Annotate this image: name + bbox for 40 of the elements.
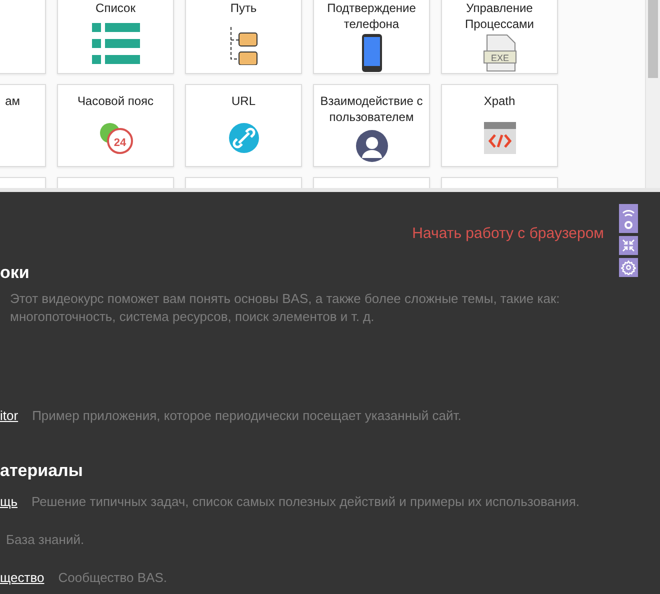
resource-description: Сообщество BAS. (58, 570, 167, 584)
tool-tile[interactable]: Подтверждение телефона (313, 0, 430, 74)
resource-description: Пример приложения, которое периодически посещает указанный сайт. (32, 408, 462, 422)
section-heading: атериалы (0, 460, 83, 482)
collapse-button[interactable] (619, 236, 638, 255)
tool-tile[interactable]: Управление Процессами EXE (441, 0, 558, 74)
record-button[interactable] (619, 204, 638, 233)
link-icon (228, 122, 260, 154)
tool-tile[interactable]: ам (0, 84, 46, 167)
user-avatar-icon (356, 130, 388, 162)
scrollbar[interactable] (645, 0, 660, 188)
tool-tile[interactable]: Часовой пояс 24 (57, 84, 174, 167)
folder-tree-icon (228, 24, 258, 64)
tool-tile[interactable]: Взаимодействие с пользователем (313, 84, 430, 167)
tile-label: URL (230, 93, 256, 109)
tile-label: Путь (229, 0, 258, 16)
tile-label: Подтверждение телефона (326, 0, 417, 32)
resource-link[interactable]: itor (0, 408, 18, 422)
tile-label: Список (94, 0, 136, 16)
tool-tile[interactable]: Путь (185, 0, 302, 74)
tool-tile[interactable]: URL (185, 84, 302, 167)
settings-button[interactable] (619, 258, 638, 277)
tile-label: Взаимодействие с пользователем (319, 93, 424, 125)
resource-description: База знаний. (5, 532, 84, 546)
tile-label: Часовой пояс (76, 93, 155, 109)
phone-icon (360, 32, 382, 72)
settings-icon (621, 260, 636, 275)
section-description: Этот видеокурс поможет вам понять основы BAS, а также более сложные темы, такие как: многопоточность, система ресурсов, поиск элементов и т. д. (10, 290, 561, 326)
section-heading: оки (0, 262, 30, 284)
tile-label: Xpath (482, 93, 516, 109)
code-window-icon (484, 122, 516, 154)
resource-link[interactable]: щь (0, 494, 18, 508)
collapse-icon (622, 239, 635, 252)
tile-label: Управление Процессами (464, 0, 535, 32)
list-icon (92, 22, 140, 66)
tile-label: ам (4, 93, 21, 109)
tool-tile[interactable]: Список (57, 0, 174, 74)
tool-tile[interactable]: Xpath (441, 84, 558, 167)
resource-description: Решение типичных задач, список самых полезных действий и примеры их использования. (31, 494, 580, 508)
resource-link[interactable]: щество (0, 570, 44, 584)
